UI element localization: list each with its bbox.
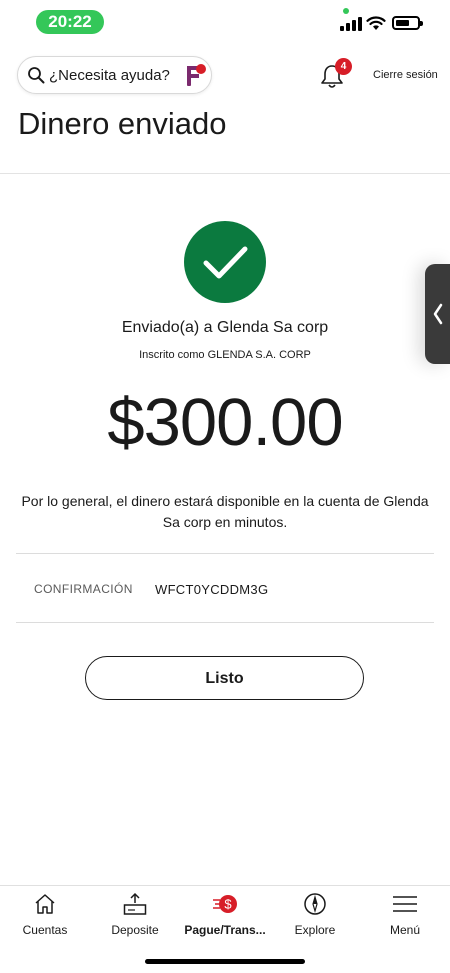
nav-item-pay-transfer[interactable]: $ Pague/Trans... [180,886,270,946]
battery-icon [392,16,423,30]
confirmation-code: WFCT0YCDDM3G [155,582,269,597]
nav-label: Deposite [111,923,159,937]
done-button[interactable]: Listo [85,656,364,700]
side-drawer-handle[interactable] [425,264,450,364]
availability-message: Por lo general, el dinero estará disponi… [21,493,429,530]
cellular-signal-icon [340,17,362,31]
nav-label: Menú [389,923,421,937]
pay-transfer-icon: $ [213,895,237,913]
search-icon [28,67,45,84]
compass-icon [304,893,326,915]
menu-icon [393,896,417,912]
help-search-bar[interactable]: ¿Necesita ayuda? [17,56,212,94]
status-time: 20:22 [36,10,104,34]
status-bar: 20:22 [0,0,450,44]
sent-amount: $300.00 [107,385,343,460]
wifi-icon [366,16,386,30]
search-placeholder: ¿Necesita ayuda? [49,67,170,84]
chevron-left-icon [433,303,443,325]
notification-count-badge: 4 [335,58,352,75]
page-title: Dinero enviado [18,106,227,141]
deposit-icon [123,892,147,915]
nav-item-accounts[interactable]: Cuentas [0,886,90,946]
recipient-enrolled-name: Inscrito como GLENDA S.A. CORP [139,349,311,361]
nav-label: Cuentas [22,923,68,937]
fargo-assistant-icon[interactable] [179,61,208,90]
nav-item-explore[interactable]: Explore [270,886,360,946]
home-indicator [145,959,305,964]
privacy-indicator-dot [343,8,349,14]
divider [16,622,434,623]
nav-label: Explore [294,923,336,937]
logout-link[interactable]: Cierre sesión [373,69,438,81]
confirmation-label: CONFIRMACIÓN [34,582,133,596]
nav-item-deposit[interactable]: Deposite [90,886,180,946]
svg-text:$: $ [224,897,232,912]
nav-label: Pague/Trans... [184,923,266,937]
nav-item-menu[interactable]: Menú [360,886,450,946]
home-icon [35,894,55,914]
divider [16,553,434,554]
success-check-icon [184,221,266,303]
recipient-text: Enviado(a) a Glenda Sa corp [121,319,329,336]
header-divider [0,173,450,174]
